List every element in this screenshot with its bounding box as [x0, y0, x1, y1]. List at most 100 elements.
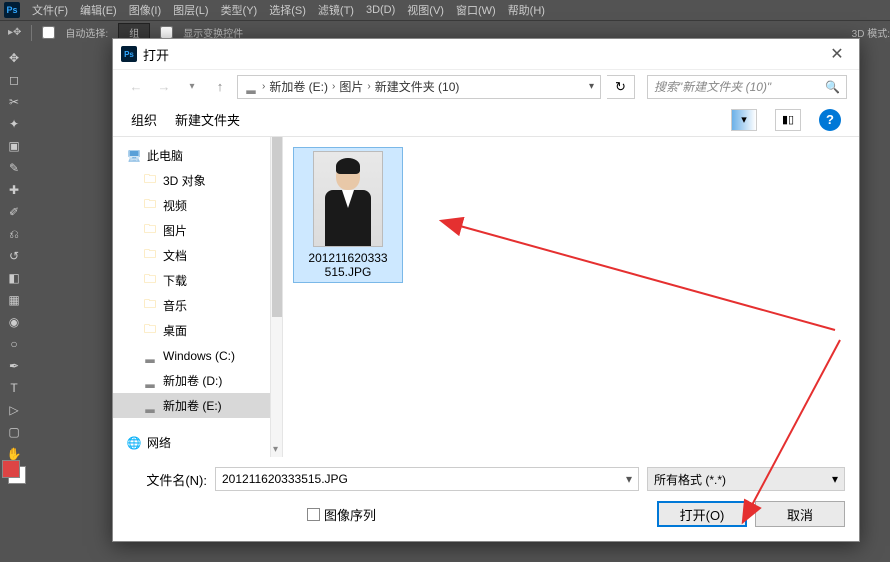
foreground-color-swatch[interactable]	[2, 460, 20, 478]
tree-item-desktop[interactable]: 🗀桌面	[113, 318, 270, 343]
dialog-title: 打开	[143, 45, 823, 64]
breadcrumb-seg[interactable]: 新建文件夹 (10)	[375, 78, 460, 95]
image-sequence-label: 图像序列	[324, 505, 376, 524]
tree-label: 文档	[163, 247, 187, 264]
auto-select-label: 自动选择:	[65, 25, 108, 40]
file-list[interactable]: 201211620333 515.JPG	[283, 137, 859, 457]
breadcrumb-seg[interactable]: 图片	[339, 78, 363, 95]
menu-filter[interactable]: 滤镜(T)	[318, 2, 354, 18]
open-file-dialog: Ps 打开 ✕ ← → ▾ ↑ ▂ › 新加卷 (E:) › 图片 › 新建文件…	[112, 38, 860, 542]
chevron-right-icon: ›	[367, 81, 370, 92]
scrollbar-thumb[interactable]	[272, 137, 282, 317]
close-button[interactable]: ✕	[823, 44, 851, 64]
tree-item-drive-e[interactable]: ▂新加卷 (E:)	[113, 393, 270, 418]
image-sequence-checkbox[interactable]: 图像序列	[307, 505, 376, 524]
tree-item-drive-c[interactable]: ▂Windows (C:)	[113, 343, 270, 368]
tree-item-pictures[interactable]: 🗀图片	[113, 218, 270, 243]
view-mode-button[interactable]: ▾	[731, 109, 757, 131]
tree-this-pc[interactable]: 🖥 此电脑	[113, 143, 270, 168]
menu-file[interactable]: 文件(F)	[32, 2, 68, 18]
tree-item-drive-d[interactable]: ▂ 新加卷 (D:)	[113, 368, 270, 393]
chevron-down-icon[interactable]: ▾	[589, 81, 594, 92]
tree-network[interactable]: 🌐网络	[113, 430, 270, 455]
heal-tool-icon[interactable]: ✚	[4, 180, 24, 200]
file-type-value: 所有格式 (*.*)	[654, 471, 726, 488]
folder-icon: 🗀	[143, 249, 157, 263]
menu-window[interactable]: 窗口(W)	[456, 2, 496, 18]
filename-value: 201211620333515.JPG	[222, 472, 348, 486]
tree-label: 桌面	[163, 322, 187, 339]
chevron-down-icon: ▾	[832, 472, 838, 486]
breadcrumb-seg[interactable]: 新加卷 (E:)	[269, 78, 328, 95]
menu-select[interactable]: 选择(S)	[269, 2, 306, 18]
nav-back-icon[interactable]: ←	[125, 76, 147, 98]
pen-tool-icon[interactable]: ✒	[4, 356, 24, 376]
file-name-line2: 515.JPG	[297, 265, 399, 279]
tree-label: 新加卷 (D:)	[163, 372, 222, 389]
tree-item-downloads[interactable]: 🗀下载	[113, 268, 270, 293]
auto-select-checkbox[interactable]	[42, 26, 55, 39]
chevron-right-icon: ›	[262, 81, 265, 92]
eyedropper-tool-icon[interactable]: ✎	[4, 158, 24, 178]
tree-item-videos[interactable]: 🗀视频	[113, 193, 270, 218]
help-button[interactable]: ?	[819, 109, 841, 131]
tree-label: 新加卷 (E:)	[163, 397, 222, 414]
dialog-toolbar: 组织 新建文件夹 ▾ ▮▯ ?	[113, 103, 859, 137]
tree-scrollbar[interactable]: ▾	[271, 137, 283, 457]
menu-edit[interactable]: 编辑(E)	[80, 2, 117, 18]
folder-tree: 🖥 此电脑 🗀3D 对象 🗀视频 🗀图片 🗀文档 🗀下载 🗀音乐 🗀桌面 ▂Wi…	[113, 137, 271, 457]
nav-up-icon[interactable]: ↑	[209, 76, 231, 98]
move-tool-icon[interactable]: ✥	[4, 48, 24, 68]
search-input[interactable]: 搜索"新建文件夹 (10)" 🔍	[647, 75, 847, 99]
crop-tool-icon[interactable]: ▣	[4, 136, 24, 156]
file-name-line1: 201211620333	[297, 251, 399, 265]
refresh-button[interactable]: ↻	[607, 75, 635, 99]
breadcrumb[interactable]: ▂ › 新加卷 (E:) › 图片 › 新建文件夹 (10) ▾	[237, 75, 601, 99]
tree-label: 3D 对象	[163, 172, 206, 189]
stamp-tool-icon[interactable]: ⎌	[4, 224, 24, 244]
drive-icon: ▂	[143, 374, 157, 388]
preview-pane-button[interactable]: ▮▯	[775, 109, 801, 131]
path-tool-icon[interactable]: ▷	[4, 400, 24, 420]
dodge-tool-icon[interactable]: ○	[4, 334, 24, 354]
chevron-right-icon: ›	[332, 81, 335, 92]
type-tool-icon[interactable]: T	[4, 378, 24, 398]
gradient-tool-icon[interactable]: ▦	[4, 290, 24, 310]
computer-icon: 🖥	[127, 149, 141, 163]
scroll-down-icon[interactable]: ▾	[273, 444, 278, 455]
open-button[interactable]: 打开(O)	[657, 501, 747, 527]
blur-tool-icon[interactable]: ◉	[4, 312, 24, 332]
shape-tool-icon[interactable]: ▢	[4, 422, 24, 442]
lasso-tool-icon[interactable]: ✂	[4, 92, 24, 112]
menu-layer[interactable]: 图层(L)	[173, 2, 208, 18]
menu-view[interactable]: 视图(V)	[407, 2, 444, 18]
wand-tool-icon[interactable]: ✦	[4, 114, 24, 134]
cancel-button[interactable]: 取消	[755, 501, 845, 527]
menu-help[interactable]: 帮助(H)	[508, 2, 545, 18]
menu-type[interactable]: 类型(Y)	[221, 2, 258, 18]
file-item[interactable]: 201211620333 515.JPG	[293, 147, 403, 283]
menu-3d[interactable]: 3D(D)	[366, 4, 395, 16]
tree-label: 下载	[163, 272, 187, 289]
eraser-tool-icon[interactable]: ◧	[4, 268, 24, 288]
tree-label: Windows (C:)	[163, 349, 235, 363]
nav-recent-dropdown-icon[interactable]: ▾	[181, 76, 203, 98]
nav-forward-icon[interactable]: →	[153, 76, 175, 98]
drive-icon: ▂	[244, 80, 258, 94]
organize-button[interactable]: 组织	[131, 110, 157, 129]
menu-image[interactable]: 图像(I)	[129, 2, 161, 18]
history-brush-icon[interactable]: ↺	[4, 246, 24, 266]
tree-label: 此电脑	[147, 147, 183, 164]
tree-item-documents[interactable]: 🗀 文档	[113, 243, 270, 268]
dialog-nav-bar: ← → ▾ ↑ ▂ › 新加卷 (E:) › 图片 › 新建文件夹 (10) ▾…	[113, 69, 859, 103]
tree-item-music[interactable]: 🗀音乐	[113, 293, 270, 318]
new-folder-button[interactable]: 新建文件夹	[175, 110, 240, 129]
file-type-select[interactable]: 所有格式 (*.*) ▾	[647, 467, 845, 491]
marquee-tool-icon[interactable]: ◻	[4, 70, 24, 90]
chevron-down-icon[interactable]: ▾	[626, 472, 632, 486]
filename-label: 文件名(N):	[127, 470, 207, 489]
tree-item-3d-objects[interactable]: 🗀3D 对象	[113, 168, 270, 193]
filename-input[interactable]: 201211620333515.JPG ▾	[215, 467, 639, 491]
network-icon: 🌐	[127, 436, 141, 450]
brush-tool-icon[interactable]: ✐	[4, 202, 24, 222]
